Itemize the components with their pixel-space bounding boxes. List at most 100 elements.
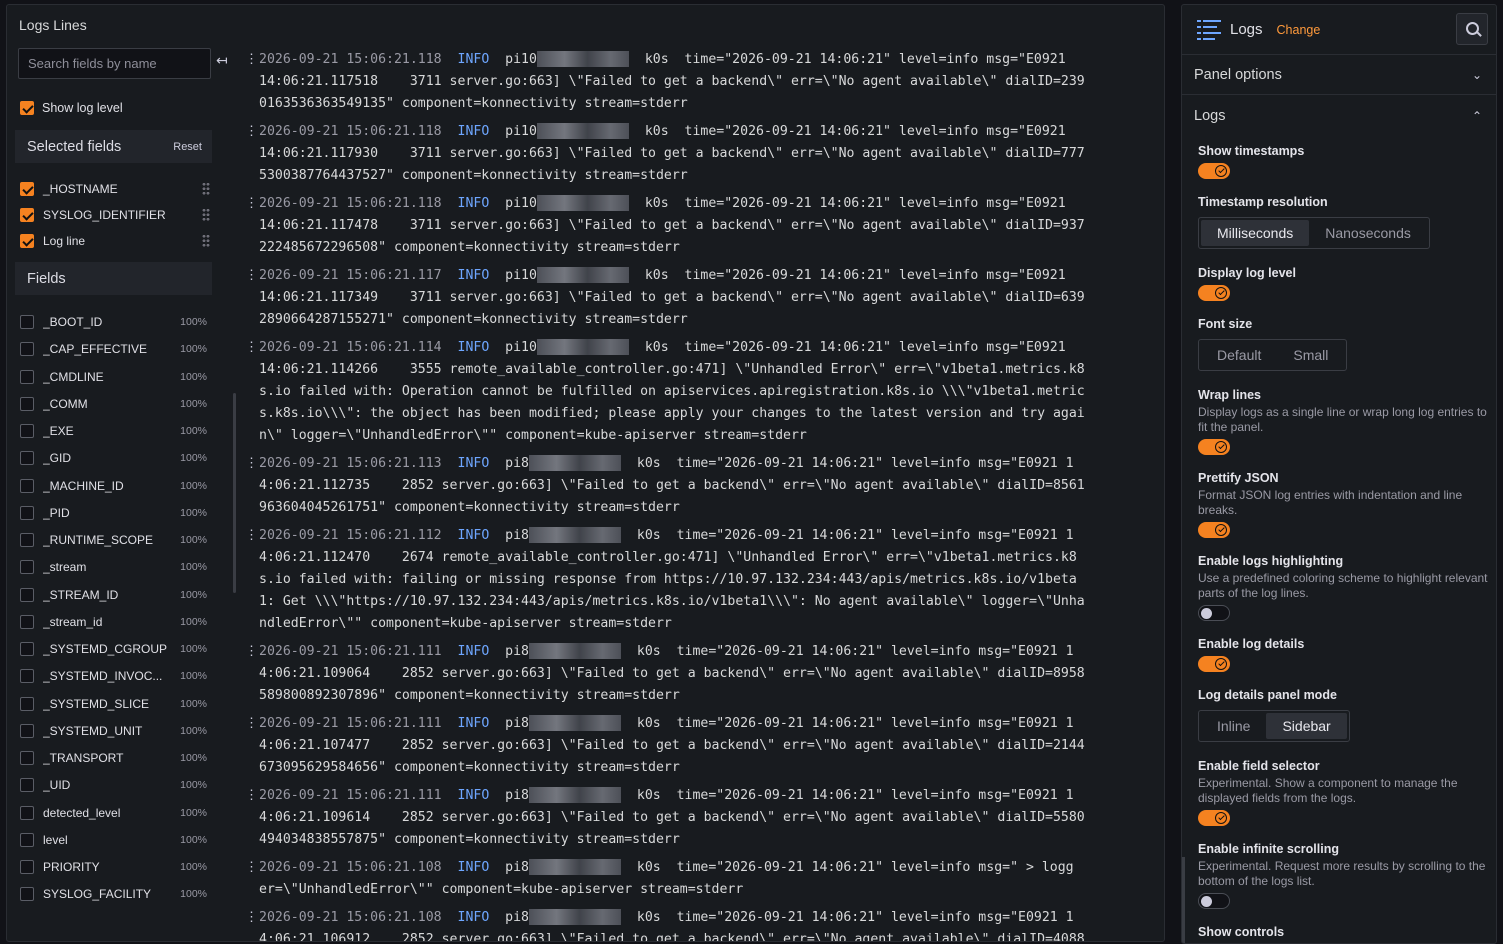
kebab-menu-icon[interactable]: ⋮: [245, 265, 258, 287]
option-milliseconds[interactable]: Milliseconds: [1201, 220, 1310, 246]
kebab-menu-icon[interactable]: ⋮: [245, 49, 258, 71]
option-default[interactable]: Default: [1201, 342, 1277, 368]
drag-handle-icon[interactable]: [202, 234, 210, 247]
kebab-menu-icon[interactable]: ⋮: [245, 453, 258, 475]
option-inline[interactable]: Inline: [1201, 713, 1266, 739]
panel-options-section[interactable]: Panel options ⌄: [1182, 55, 1496, 95]
show-timestamps-toggle[interactable]: [1198, 163, 1230, 179]
log-entry[interactable]: ⋮ 2026-09-21 15:06:21.114 INFO pi10 k0s t…: [243, 337, 1163, 447]
option-small[interactable]: Small: [1277, 342, 1344, 368]
selected-field-item[interactable]: Log line: [20, 231, 210, 251]
checkbox-unchecked-icon[interactable]: [20, 832, 34, 847]
kebab-menu-icon[interactable]: ⋮: [245, 121, 258, 143]
field-item[interactable]: _GID 100%: [20, 448, 207, 468]
checkbox-unchecked-icon[interactable]: [20, 396, 34, 411]
field-item[interactable]: _MACHINE_ID 100%: [20, 476, 207, 496]
field-item[interactable]: SYSLOG_FACILITY 100%: [20, 884, 207, 904]
field-item[interactable]: detected_level 100%: [20, 803, 207, 823]
checkbox-checked-icon[interactable]: [20, 208, 34, 222]
log-entry[interactable]: ⋮ 2026-09-21 15:06:21.112 INFO pi8 k0s ti…: [243, 525, 1163, 635]
log-entry[interactable]: ⋮ 2026-09-21 15:06:21.118 INFO pi10 k0s t…: [243, 49, 1163, 115]
log-entry[interactable]: ⋮ 2026-09-21 15:06:21.118 INFO pi10 k0s t…: [243, 121, 1163, 187]
drag-handle-icon[interactable]: [202, 208, 210, 221]
kebab-menu-icon[interactable]: ⋮: [245, 337, 258, 359]
field-item[interactable]: _EXE 100%: [20, 421, 207, 441]
fields-scrollbar[interactable]: [233, 393, 236, 593]
field-item[interactable]: _RUNTIME_SCOPE 100%: [20, 530, 207, 550]
checkbox-unchecked-icon[interactable]: [20, 424, 34, 438]
log-entry[interactable]: ⋮ 2026-09-21 15:06:21.111 INFO pi8 k0s ti…: [243, 785, 1163, 851]
display-log-level-toggle[interactable]: [1198, 285, 1230, 301]
checkbox-checked-icon[interactable]: [20, 234, 34, 248]
checkbox-unchecked-icon[interactable]: [20, 669, 34, 684]
search-fields-input[interactable]: Search fields by name: [18, 48, 211, 79]
drag-handle-icon[interactable]: [202, 182, 210, 195]
checkbox-unchecked-icon[interactable]: [20, 342, 34, 357]
field-item[interactable]: PRIORITY 100%: [20, 857, 207, 877]
field-item[interactable]: _BOOT_ID 100%: [20, 312, 207, 332]
field-item[interactable]: _SYSTEMD_CGROUP 100%: [20, 639, 207, 659]
checkbox-unchecked-icon[interactable]: [20, 614, 34, 629]
checkbox-unchecked-icon[interactable]: [20, 478, 34, 493]
checkbox-unchecked-icon[interactable]: [20, 560, 34, 575]
search-icon[interactable]: [1456, 13, 1488, 45]
field-item[interactable]: _SYSTEMD_INVOC... 100%: [20, 666, 207, 686]
field-item[interactable]: _SYSTEMD_UNIT 100%: [20, 721, 207, 741]
logs-highlighting-toggle[interactable]: [1198, 605, 1230, 621]
prettify-json-toggle[interactable]: [1198, 522, 1230, 538]
checkbox-unchecked-icon[interactable]: [20, 860, 34, 874]
checkbox-unchecked-icon[interactable]: [20, 696, 34, 711]
wrap-lines-toggle[interactable]: [1198, 439, 1230, 455]
log-entry[interactable]: ⋮ 2026-09-21 15:06:21.108 INFO pi8 k0s ti…: [243, 907, 1163, 941]
field-item[interactable]: _CMDLINE 100%: [20, 367, 207, 387]
checkbox-unchecked-icon[interactable]: [20, 369, 34, 384]
checkbox-checked-icon[interactable]: [20, 101, 34, 115]
log-details-toggle[interactable]: [1198, 656, 1230, 672]
field-item[interactable]: _UID 100%: [20, 775, 207, 795]
kebab-menu-icon[interactable]: ⋮: [245, 907, 258, 929]
field-item[interactable]: _stream_id 100%: [20, 612, 207, 632]
field-item[interactable]: _stream 100%: [20, 557, 207, 577]
log-entry[interactable]: ⋮ 2026-09-21 15:06:21.111 INFO pi8 k0s ti…: [243, 641, 1163, 707]
log-entry[interactable]: ⋮ 2026-09-21 15:06:21.108 INFO pi8 k0s ti…: [243, 857, 1163, 901]
checkbox-unchecked-icon[interactable]: [20, 778, 34, 793]
kebab-menu-icon[interactable]: ⋮: [245, 641, 258, 663]
checkbox-unchecked-icon[interactable]: [20, 887, 34, 902]
kebab-menu-icon[interactable]: ⋮: [245, 857, 258, 879]
field-item[interactable]: _SYSTEMD_SLICE 100%: [20, 694, 207, 714]
field-item[interactable]: _PID 100%: [20, 503, 207, 523]
checkbox-unchecked-icon[interactable]: [20, 451, 34, 466]
kebab-menu-icon[interactable]: ⋮: [245, 193, 258, 215]
log-entry[interactable]: ⋮ 2026-09-21 15:06:21.111 INFO pi8 k0s ti…: [243, 713, 1163, 779]
log-entry[interactable]: ⋮ 2026-09-21 15:06:21.118 INFO pi10 k0s t…: [243, 193, 1163, 259]
field-item[interactable]: _COMM 100%: [20, 394, 207, 414]
checkbox-unchecked-icon[interactable]: [20, 505, 34, 520]
field-item[interactable]: _STREAM_ID 100%: [20, 585, 207, 605]
field-item[interactable]: _CAP_EFFECTIVE 100%: [20, 339, 207, 359]
checkbox-unchecked-icon[interactable]: [20, 533, 34, 547]
reset-button[interactable]: Reset: [173, 141, 202, 153]
checkbox-unchecked-icon[interactable]: [20, 723, 34, 738]
checkbox-unchecked-icon[interactable]: [20, 587, 34, 602]
field-item[interactable]: _TRANSPORT 100%: [20, 748, 207, 768]
checkbox-checked-icon[interactable]: [20, 182, 34, 196]
checkbox-unchecked-icon[interactable]: [20, 315, 34, 329]
log-entry[interactable]: ⋮ 2026-09-21 15:06:21.117 INFO pi10 k0s t…: [243, 265, 1163, 331]
field-selector-toggle[interactable]: [1198, 810, 1230, 826]
log-lines[interactable]: ⋮ 2026-09-21 15:06:21.118 INFO pi10 k0s t…: [243, 49, 1163, 941]
sidebar-scrollbar[interactable]: [1182, 857, 1185, 943]
logs-section[interactable]: Logs ⌃: [1182, 96, 1496, 136]
collapse-left-icon[interactable]: ↤: [216, 53, 228, 69]
selected-field-item[interactable]: SYSLOG_IDENTIFIER: [20, 205, 210, 225]
infinite-scrolling-toggle[interactable]: [1198, 893, 1230, 909]
log-entry[interactable]: ⋮ 2026-09-21 15:06:21.113 INFO pi8 k0s ti…: [243, 453, 1163, 519]
checkbox-unchecked-icon[interactable]: [20, 642, 34, 656]
checkbox-unchecked-icon[interactable]: [20, 751, 34, 765]
option-sidebar[interactable]: Sidebar: [1266, 713, 1347, 739]
option-nanoseconds[interactable]: Nanoseconds: [1309, 220, 1427, 246]
change-visualization-link[interactable]: Change: [1277, 23, 1321, 37]
checkbox-unchecked-icon[interactable]: [20, 805, 34, 820]
kebab-menu-icon[interactable]: ⋮: [245, 713, 258, 735]
kebab-menu-icon[interactable]: ⋮: [245, 525, 258, 547]
show-log-level-checkbox[interactable]: Show log level: [20, 101, 123, 115]
